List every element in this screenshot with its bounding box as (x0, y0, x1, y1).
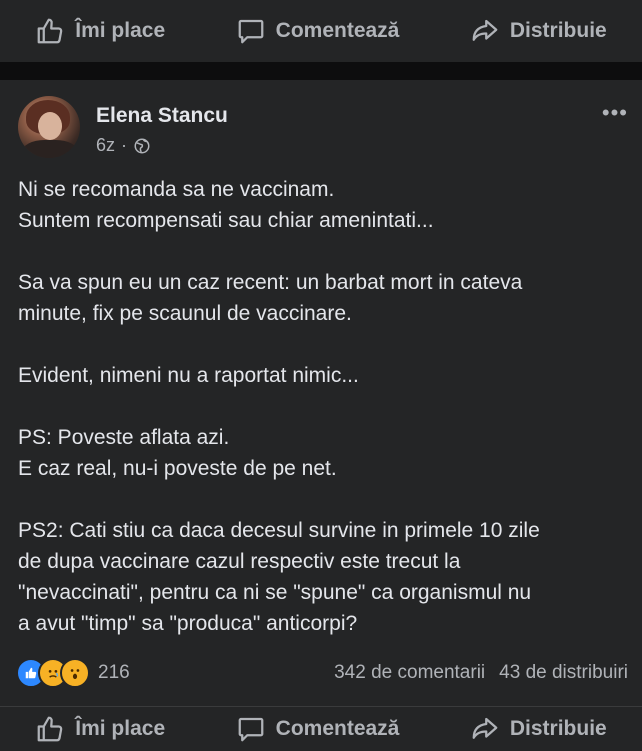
share-label: Distribuie (509, 717, 607, 740)
engagement-counts: 342 de comentarii 43 de distribuiri (334, 662, 628, 684)
post-stats: 216 342 de comentarii 43 de distribuiri (16, 658, 628, 688)
previous-post-action-bar: Îmi place Comentează Distribuie (0, 0, 642, 63)
post-time[interactable]: 6z (96, 135, 115, 156)
share-icon (472, 717, 498, 739)
wow-reaction-icon (60, 658, 90, 688)
share-icon (472, 19, 498, 41)
meta-dot: · (121, 135, 128, 155)
like-button[interactable]: Îmi place (35, 714, 165, 744)
share-button[interactable]: Distribuie (470, 714, 607, 744)
globe-icon (134, 138, 150, 153)
paragraph: Ni se recomanda sa ne vaccinam. Suntem r… (18, 178, 434, 232)
like-label: Îmi place (75, 19, 166, 42)
comment-button[interactable]: Comentează (236, 714, 400, 744)
share-label: Distribuie (509, 19, 607, 42)
post-meta: 6z · (96, 135, 151, 156)
comment-count[interactable]: 342 de comentarii (334, 662, 485, 684)
post-author[interactable]: Elena Stancu (96, 104, 228, 128)
avatar[interactable] (18, 96, 80, 158)
share-count[interactable]: 43 de distribuiri (499, 662, 628, 684)
like-label: Îmi place (75, 717, 166, 740)
paragraph: Evident, nimeni nu a raportat nimic... (18, 364, 359, 387)
paragraph: Sa va spun eu un caz recent: un barbat m… (18, 271, 523, 325)
share-button[interactable]: Distribuie (470, 16, 607, 46)
comment-icon (238, 19, 264, 44)
comment-label: Comentează (275, 717, 400, 740)
post-action-bar: Îmi place Comentează Distribuie (0, 706, 642, 751)
paragraph: PS2: Cati stiu ca daca decesul survine i… (18, 519, 540, 635)
post-text: Ni se recomanda sa ne vaccinam. Suntem r… (18, 174, 628, 639)
reactions-summary[interactable]: 216 (16, 658, 130, 688)
thumbs-up-icon (37, 18, 63, 44)
paragraph: PS: Poveste aflata azi. E caz real, nu-i… (18, 426, 337, 480)
comment-button[interactable]: Comentează (236, 16, 400, 46)
like-button[interactable]: Îmi place (35, 16, 165, 46)
more-options-icon[interactable]: ••• (602, 100, 628, 126)
post-card: Elena Stancu 6z · ••• Ni se recomanda sa… (0, 80, 642, 706)
feed-separator (0, 62, 642, 80)
thumbs-up-icon (37, 716, 63, 742)
comment-icon (238, 717, 264, 742)
comment-label: Comentează (275, 19, 400, 42)
reaction-count: 216 (98, 662, 130, 683)
